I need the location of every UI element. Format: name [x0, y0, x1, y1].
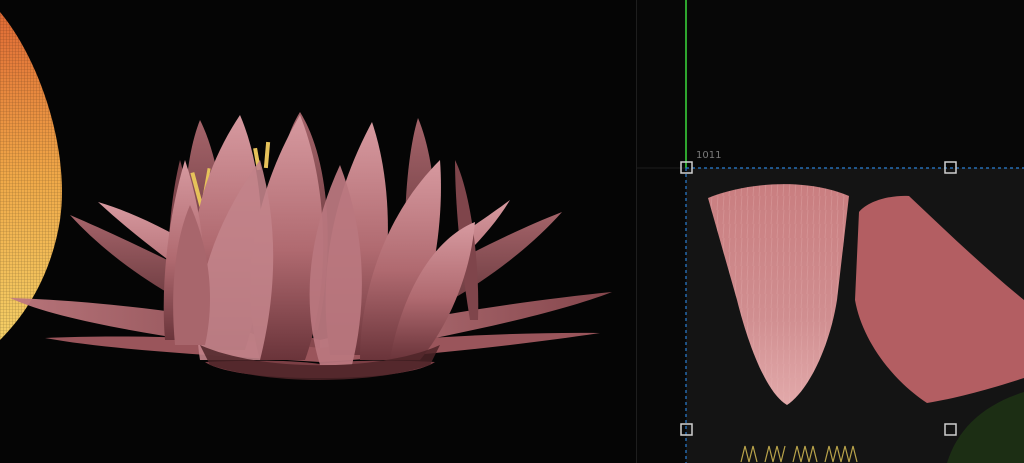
viewport-canvas[interactable] — [0, 0, 636, 463]
uv-tile-number: 1011 — [696, 150, 722, 161]
3d-viewport[interactable] — [0, 0, 636, 463]
uv-canvas[interactable] — [637, 0, 1024, 463]
water-lily-model[interactable] — [10, 112, 612, 380]
wireframe-mesh[interactable] — [0, 12, 62, 340]
uv-editor[interactable]: 1011 — [637, 0, 1024, 463]
